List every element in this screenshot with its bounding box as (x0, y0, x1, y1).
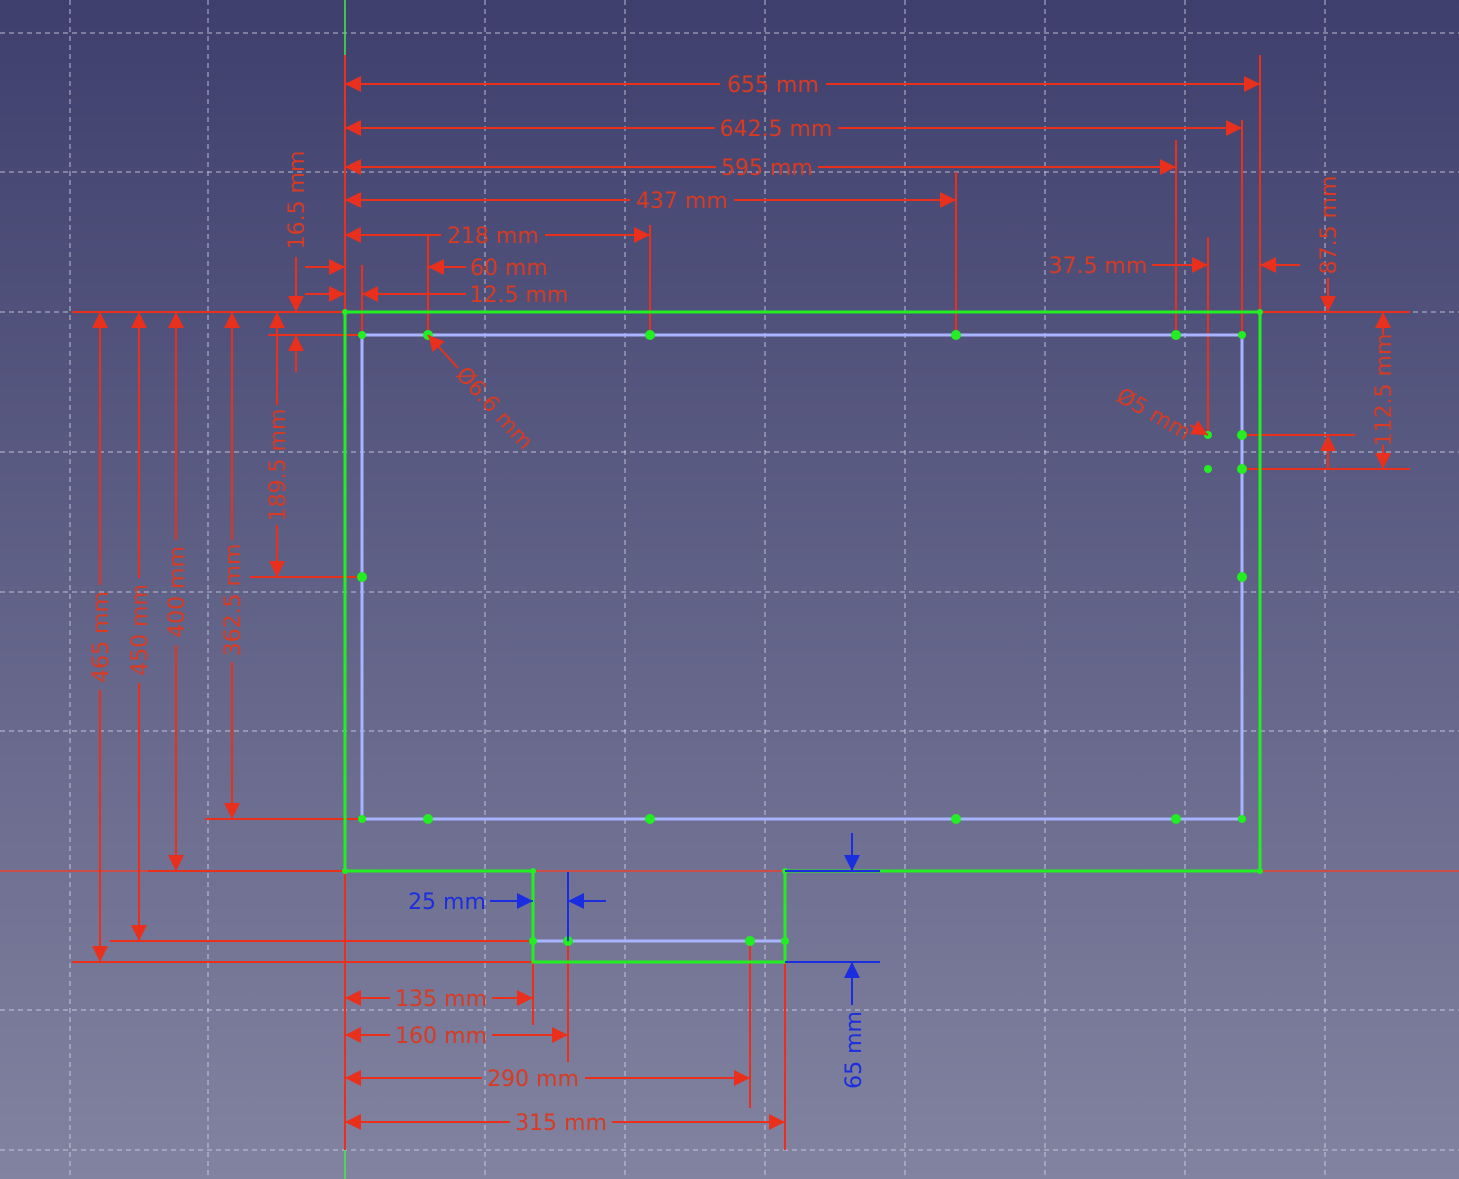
svg-text:315 mm: 315 mm (515, 1111, 607, 1136)
svg-text:655 mm: 655 mm (727, 73, 819, 98)
svg-text:37.5 mm: 37.5 mm (1049, 254, 1148, 279)
dim-290[interactable]: 290 mm (345, 1067, 750, 1092)
dim-400[interactable]: 400 mm (165, 312, 190, 871)
svg-text:642.5 mm: 642.5 mm (720, 117, 833, 142)
svg-text:112.5 mm: 112.5 mm (1372, 334, 1397, 447)
svg-text:362.5 mm: 362.5 mm (221, 544, 246, 657)
dim-87-5[interactable]: 87.5 mm (1317, 176, 1342, 312)
svg-text:Ø5 mm: Ø5 mm (1112, 384, 1195, 446)
dim-diameter-6-6[interactable]: Ø6.6 mm (427, 334, 538, 455)
svg-text:16.5 mm: 16.5 mm (285, 151, 310, 250)
svg-text:12.5 mm: 12.5 mm (470, 283, 569, 308)
svg-text:Ø6.6 mm: Ø6.6 mm (451, 362, 538, 455)
svg-text:135 mm: 135 mm (395, 987, 487, 1012)
dim-362-5[interactable]: 362.5 mm (221, 312, 246, 819)
svg-text:25 mm: 25 mm (408, 890, 486, 915)
svg-text:400 mm: 400 mm (165, 546, 190, 638)
svg-text:437 mm: 437 mm (636, 189, 728, 214)
svg-text:160 mm: 160 mm (395, 1024, 487, 1049)
dim-437[interactable]: 437 mm (345, 189, 956, 214)
svg-text:60 mm: 60 mm (470, 256, 548, 281)
dim-60[interactable]: 60 mm (305, 256, 548, 281)
dim-37-5[interactable]: 37.5 mm (1049, 254, 1300, 279)
dim-655[interactable]: 655 mm (345, 73, 1260, 98)
svg-text:465 mm: 465 mm (89, 591, 114, 683)
dim-112-5[interactable]: 112.5 mm (1320, 312, 1397, 469)
dim-65-driven[interactable]: 65 mm (785, 833, 880, 1089)
dim-160[interactable]: 160 mm (345, 1024, 568, 1049)
dim-135[interactable]: 135 mm (345, 987, 533, 1012)
svg-text:87.5 mm: 87.5 mm (1317, 176, 1342, 275)
dim-465[interactable]: 465 mm (89, 312, 114, 962)
svg-text:595 mm: 595 mm (721, 156, 813, 181)
dim-642-5[interactable]: 642.5 mm (345, 117, 1242, 142)
extension-lines (72, 55, 1410, 1150)
dim-218[interactable]: 218 mm (345, 224, 650, 249)
dim-25-driven[interactable]: 25 mm (408, 872, 606, 941)
dim-315[interactable]: 315 mm (345, 1111, 785, 1136)
sketch-canvas[interactable]: 655 mm 642.5 mm 595 mm 437 mm 218 mm 60 … (0, 0, 1459, 1179)
dim-450[interactable]: 450 mm (128, 312, 153, 941)
dim-diameter-5[interactable]: Ø5 mm (1112, 384, 1209, 446)
svg-text:65 mm: 65 mm (842, 1011, 867, 1089)
svg-text:290 mm: 290 mm (487, 1067, 579, 1092)
dim-595[interactable]: 595 mm (345, 156, 1176, 181)
dim-189-5[interactable]: 189.5 mm (266, 312, 291, 577)
dim-16-5[interactable]: 16.5 mm (285, 151, 310, 372)
svg-text:450 mm: 450 mm (128, 584, 153, 676)
svg-text:189.5 mm: 189.5 mm (266, 409, 291, 522)
svg-text:218 mm: 218 mm (447, 224, 539, 249)
